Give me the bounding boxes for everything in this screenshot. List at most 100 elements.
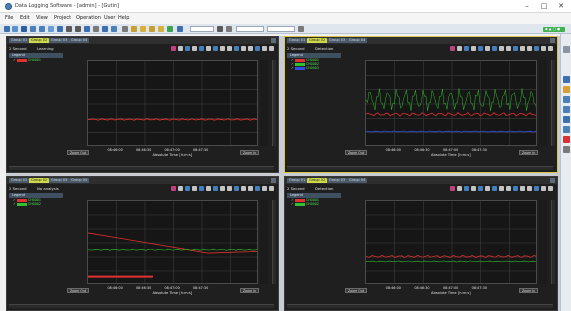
zoom-icon[interactable] <box>471 46 476 51</box>
menu-help[interactable]: Help <box>118 15 129 21</box>
layout-icon[interactable] <box>298 26 304 32</box>
export-chart-icon[interactable] <box>269 186 274 191</box>
menu-edit[interactable]: Edit <box>20 15 30 21</box>
dock-pin-icon[interactable] <box>563 46 570 53</box>
tab-group-4[interactable]: Group 04 <box>347 178 368 183</box>
tab-group-1[interactable]: Group 01 <box>9 178 30 183</box>
zoom-out-button[interactable]: Zoom Out <box>67 288 89 293</box>
scale-icon[interactable] <box>513 186 518 191</box>
measure-icon[interactable] <box>220 46 225 51</box>
horizontal-scrollbar[interactable] <box>9 304 274 308</box>
export-icon[interactable] <box>84 26 90 32</box>
export-chart-icon[interactable] <box>548 186 553 191</box>
scale-icon[interactable] <box>513 46 518 51</box>
fit-icon[interactable] <box>213 186 218 191</box>
save-icon[interactable] <box>21 26 27 32</box>
export-chart-icon[interactable] <box>269 46 274 51</box>
tab-group-1[interactable]: Group 01 <box>9 38 30 43</box>
legend-item[interactable]: ✓ CH0003 <box>287 66 341 70</box>
menu-project[interactable]: Project <box>54 15 71 21</box>
color-icon[interactable] <box>171 186 176 191</box>
fit-icon[interactable] <box>492 186 497 191</box>
scale-icon[interactable] <box>234 46 239 51</box>
zoom-in-button[interactable]: Zoom In <box>240 150 260 155</box>
warning-icon[interactable] <box>140 26 146 32</box>
pan-icon[interactable] <box>199 46 204 51</box>
menu-view[interactable]: View <box>36 15 48 21</box>
zoom-out-button[interactable]: Zoom Out <box>345 288 367 293</box>
vertical-scrollbar[interactable] <box>551 200 555 284</box>
copy-icon[interactable] <box>527 46 532 51</box>
toolbar-field-1[interactable] <box>190 26 214 32</box>
ruler-icon[interactable] <box>227 46 232 51</box>
close-button[interactable]: ✕ <box>554 2 568 11</box>
new-icon[interactable] <box>4 26 10 32</box>
open-icon[interactable] <box>12 26 18 32</box>
vertical-scrollbar[interactable] <box>272 200 276 284</box>
panel-close-icon[interactable] <box>550 178 555 183</box>
tab-group-1[interactable]: Group 01 <box>287 38 308 43</box>
snapshot-icon[interactable] <box>255 46 260 51</box>
chart-icon[interactable] <box>102 26 108 32</box>
fit-icon[interactable] <box>492 46 497 51</box>
plot-area[interactable] <box>87 60 258 146</box>
ruler-icon[interactable] <box>227 186 232 191</box>
dropdown-icon[interactable] <box>217 26 223 32</box>
pan-icon[interactable] <box>199 186 204 191</box>
dock-table-icon[interactable] <box>563 116 570 123</box>
marker-icon[interactable] <box>206 46 211 51</box>
toolbar-field-3[interactable] <box>267 26 295 32</box>
cursor-icon[interactable] <box>185 46 190 51</box>
copy-icon[interactable] <box>248 46 253 51</box>
print-chart-icon[interactable] <box>541 46 546 51</box>
tab-group-2[interactable]: Group 02 <box>29 38 50 43</box>
tab-group-3[interactable]: Group 03 <box>327 178 348 183</box>
tab-group-2[interactable]: Group 02 <box>307 38 328 43</box>
pointer-icon[interactable] <box>178 186 183 191</box>
print-icon[interactable] <box>75 26 81 32</box>
color-icon[interactable] <box>171 46 176 51</box>
marker-icon[interactable] <box>485 186 490 191</box>
folder-icon[interactable] <box>131 26 137 32</box>
zoom-out-button[interactable]: Zoom Out <box>345 150 367 155</box>
cursor-icon[interactable] <box>185 186 190 191</box>
ruler-icon[interactable] <box>506 46 511 51</box>
stop-icon[interactable] <box>39 26 45 32</box>
tab-group-2[interactable]: Group 02 <box>29 178 50 183</box>
tab-group-3[interactable]: Group 03 <box>49 38 70 43</box>
ruler-icon[interactable] <box>506 186 511 191</box>
tab-group-3[interactable]: Group 03 <box>49 178 70 183</box>
menu-file[interactable]: File <box>5 15 13 21</box>
pan-icon[interactable] <box>478 46 483 51</box>
measure-icon[interactable] <box>220 186 225 191</box>
maximize-button[interactable]: □ <box>537 2 551 11</box>
color-icon[interactable] <box>450 186 455 191</box>
color-icon[interactable] <box>450 46 455 51</box>
settings-icon[interactable] <box>66 26 72 32</box>
refresh-icon[interactable] <box>226 26 232 32</box>
grid-toggle-icon[interactable] <box>520 46 525 51</box>
grid-toggle-icon[interactable] <box>520 186 525 191</box>
tab-group-4[interactable]: Group 04 <box>347 38 368 43</box>
horizontal-scrollbar[interactable] <box>287 166 553 170</box>
snapshot-icon[interactable] <box>534 186 539 191</box>
pointer-icon[interactable] <box>457 46 462 51</box>
zoom-in-button[interactable]: Zoom In <box>240 288 260 293</box>
dock-list-icon[interactable] <box>563 96 570 103</box>
zoom-out-button[interactable]: Zoom Out <box>67 150 89 155</box>
minimize-button[interactable]: – <box>520 2 534 11</box>
print-chart-icon[interactable] <box>262 186 267 191</box>
marker-icon[interactable] <box>485 46 490 51</box>
tab-group-4[interactable]: Group 04 <box>69 38 90 43</box>
fit-icon[interactable] <box>213 46 218 51</box>
dock-chart-icon[interactable] <box>563 106 570 113</box>
measure-icon[interactable] <box>499 46 504 51</box>
plot-area[interactable] <box>365 60 537 146</box>
dock-channel-icon[interactable] <box>563 76 570 83</box>
pointer-icon[interactable] <box>178 46 183 51</box>
zoom-icon[interactable] <box>192 46 197 51</box>
vertical-scrollbar[interactable] <box>551 60 555 146</box>
channel-icon[interactable] <box>93 26 99 32</box>
marker-icon[interactable] <box>206 186 211 191</box>
legend-item[interactable]: ✓ CH0002 <box>287 202 341 206</box>
